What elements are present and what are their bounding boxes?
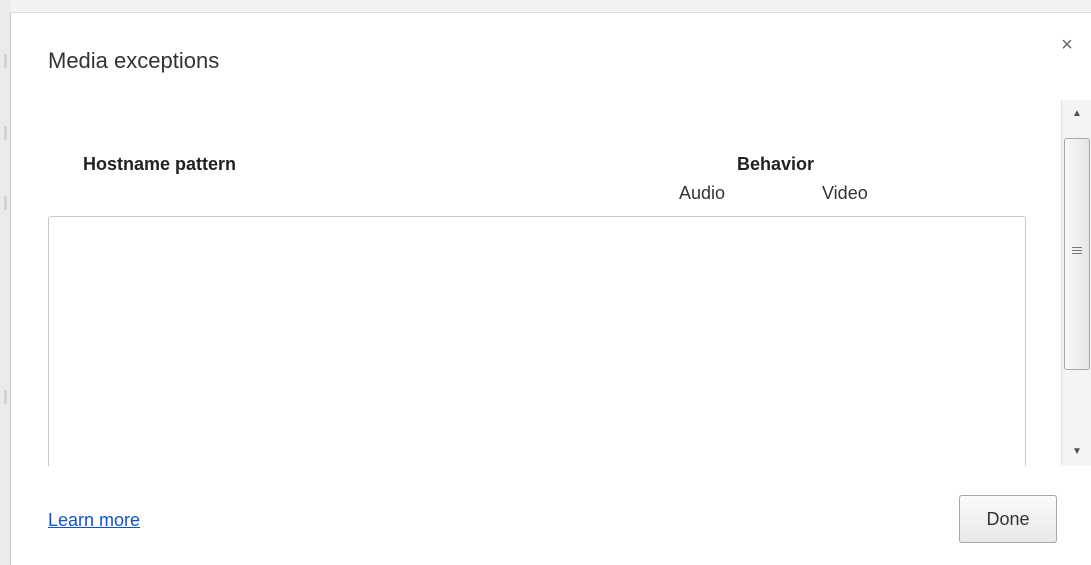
scroll-down-arrow-icon[interactable]: ▼ (1062, 438, 1091, 466)
background-page-mark (4, 196, 7, 210)
exceptions-list[interactable] (48, 216, 1026, 466)
background-page-mark (4, 390, 7, 404)
scroll-up-arrow-icon[interactable]: ▲ (1062, 100, 1091, 128)
grip-icon (1072, 247, 1082, 257)
dialog-title: Media exceptions (48, 48, 220, 73)
audio-column-header: Audio (679, 183, 726, 203)
footer-divider (11, 466, 1091, 467)
media-exceptions-dialog: Media exceptions × Hostname pattern Beha… (10, 12, 1091, 565)
background-page-edge (0, 0, 10, 565)
close-icon[interactable]: × (1057, 35, 1077, 55)
learn-more-link[interactable]: Learn more (48, 510, 140, 531)
background-page-mark (4, 126, 7, 140)
video-column-header: Video (822, 183, 868, 203)
scrollbar-thumb[interactable] (1064, 138, 1090, 370)
done-button[interactable]: Done (959, 495, 1057, 543)
vertical-scrollbar[interactable]: ▲ ▼ (1061, 100, 1091, 466)
behavior-header: Behavior (737, 154, 815, 174)
hostname-pattern-header: Hostname pattern (83, 154, 237, 174)
background-page-mark (4, 54, 7, 68)
